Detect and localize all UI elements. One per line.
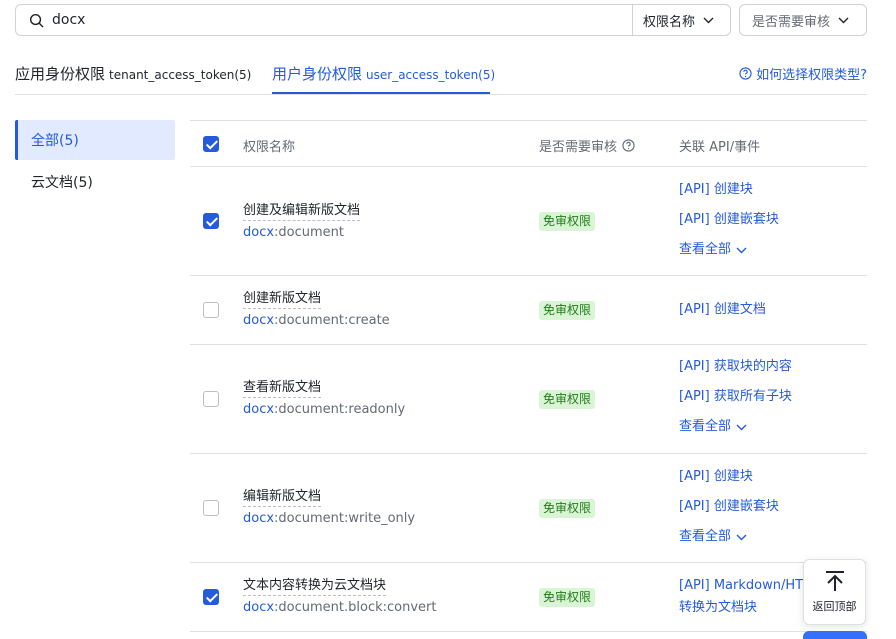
permission-code-rest: :document [274, 225, 345, 240]
search-box[interactable] [15, 4, 731, 36]
chevron-down-icon [736, 424, 747, 430]
chevron-down-icon [838, 13, 849, 28]
review-required-filter[interactable]: 是否需要审核 [739, 4, 867, 36]
header-review-required-label: 是否需要审核 [539, 140, 618, 155]
chevron-down-icon [736, 247, 747, 253]
row-checkbox[interactable] [203, 589, 219, 605]
api-link[interactable]: [API] 创建文档 [679, 301, 766, 319]
permission-name-filter-label: 权限名称 [643, 15, 696, 30]
permission-code-prefix: docx [243, 511, 275, 526]
help-circle-icon [739, 67, 752, 80]
view-all-label: 查看全部 [679, 242, 732, 257]
view-all-label: 查看全部 [679, 419, 732, 434]
help-link-label: 如何选择权限类型? [756, 68, 867, 83]
sidebar-item-all[interactable]: 全部(5) [15, 120, 175, 160]
chevron-down-icon [736, 534, 747, 540]
view-all-link[interactable]: 查看全部 [679, 528, 747, 546]
active-tab-indicator [272, 92, 490, 94]
permission-name: 文本内容转换为云文档块 [243, 577, 387, 596]
permission-code-prefix: docx [243, 402, 275, 417]
permission-name-filter[interactable]: 权限名称 [643, 11, 714, 30]
header-review-required: 是否需要审核 [539, 136, 635, 155]
tab-app-identity[interactable]: 应用身份权限 tenant_access_token(5) [15, 63, 251, 84]
search-input[interactable] [52, 12, 612, 28]
status-badge: 免审权限 [539, 390, 596, 409]
tab-user-identity-token: user_access_token(5) [366, 68, 496, 82]
permission-tabs: 应用身份权限 tenant_access_token(5) 用户身份权限 use… [15, 52, 867, 95]
search-divider [632, 5, 633, 35]
permission-name: 查看新版文档 [243, 379, 322, 398]
floating-action-edge[interactable] [803, 631, 867, 639]
api-link[interactable]: [API] 创建嵌套块 [679, 498, 779, 516]
permission-code: docx:document.block:convert [243, 599, 437, 617]
review-required-filter-label: 是否需要审核 [752, 14, 831, 30]
tab-user-identity[interactable]: 用户身份权限 user_access_token(5) [272, 63, 495, 84]
table-row: 编辑新版文档 docx:document:write_only 免审权限 [AP… [190, 454, 867, 563]
status-badge: 免审权限 [539, 588, 596, 607]
chevron-down-icon [703, 13, 714, 28]
tab-app-identity-label: 应用身份权限 [15, 65, 106, 83]
table-row: 查看新版文档 docx:document:readonly 免审权限 [API]… [190, 345, 867, 454]
permission-name: 编辑新版文档 [243, 488, 322, 507]
table-row: 文本内容转换为云文档块 docx:document.block:convert … [190, 563, 867, 632]
api-link[interactable]: [API] 获取块的内容 [679, 358, 792, 376]
permission-code-rest: :document:write_only [274, 511, 416, 526]
permission-code: docx:document:readonly [243, 401, 405, 419]
tab-user-identity-label: 用户身份权限 [272, 65, 363, 83]
permission-code-prefix: docx [243, 225, 275, 240]
header-permission-name: 权限名称 [243, 140, 296, 155]
sidebar-item-label: 全部(5) [31, 133, 79, 149]
permission-table: 权限名称 是否需要审核 关联 API/事件 创建及编辑新版文档 docx:doc… [190, 120, 867, 632]
row-checkbox[interactable] [203, 302, 219, 318]
row-checkbox[interactable] [203, 500, 219, 516]
table-row: 创建新版文档 docx:document:create 免审权限 [API] 创… [190, 276, 867, 345]
api-link[interactable]: [API] 创建块 [679, 181, 753, 199]
status-badge: 免审权限 [539, 212, 596, 231]
view-all-label: 查看全部 [679, 529, 732, 544]
permission-code-rest: :document:create [274, 313, 390, 328]
help-link[interactable]: 如何选择权限类型? [739, 64, 867, 83]
table-header: 权限名称 是否需要审核 关联 API/事件 [190, 120, 867, 167]
view-all-link[interactable]: 查看全部 [679, 418, 747, 436]
api-link[interactable]: [API] 创建嵌套块 [679, 211, 779, 229]
api-link[interactable]: [API] 创建块 [679, 468, 753, 486]
permission-code: docx:document:create [243, 312, 390, 330]
permission-code-rest: :document:readonly [274, 402, 406, 417]
arrow-up-to-top-icon [825, 571, 844, 591]
permission-code-prefix: docx [243, 600, 275, 615]
back-to-top-label: 返回顶部 [812, 600, 857, 613]
permission-code: docx:document:write_only [243, 510, 415, 528]
status-badge: 免审权限 [539, 499, 596, 518]
search-icon [28, 12, 44, 28]
api-link[interactable]: [API] Markdown/HT [679, 577, 803, 595]
api-link[interactable]: [API] 获取所有子块 [679, 388, 792, 406]
header-related-api: 关联 API/事件 [679, 140, 761, 155]
back-to-top-button[interactable]: 返回顶部 [803, 559, 866, 625]
view-all-link[interactable]: 查看全部 [679, 241, 747, 259]
permission-name: 创建及编辑新版文档 [243, 202, 361, 221]
permission-code-prefix: docx [243, 313, 275, 328]
sidebar-item-cloud-docs[interactable]: 云文档(5) [15, 162, 175, 202]
table-row: 创建及编辑新版文档 docx:document 免审权限 [API] 创建块 [… [190, 167, 867, 276]
permission-name: 创建新版文档 [243, 290, 322, 309]
permission-code: docx:document [243, 224, 344, 242]
api-link[interactable]: 转换为文档块 [679, 599, 757, 617]
tab-app-identity-token: tenant_access_token(5) [109, 68, 252, 82]
row-checkbox[interactable] [203, 213, 219, 229]
sidebar-item-label: 云文档(5) [31, 175, 93, 191]
select-all-checkbox[interactable] [203, 136, 219, 152]
permission-code-rest: :document.block:convert [274, 600, 437, 615]
help-circle-icon[interactable] [622, 139, 635, 152]
row-checkbox[interactable] [203, 391, 219, 407]
status-badge: 免审权限 [539, 301, 596, 320]
